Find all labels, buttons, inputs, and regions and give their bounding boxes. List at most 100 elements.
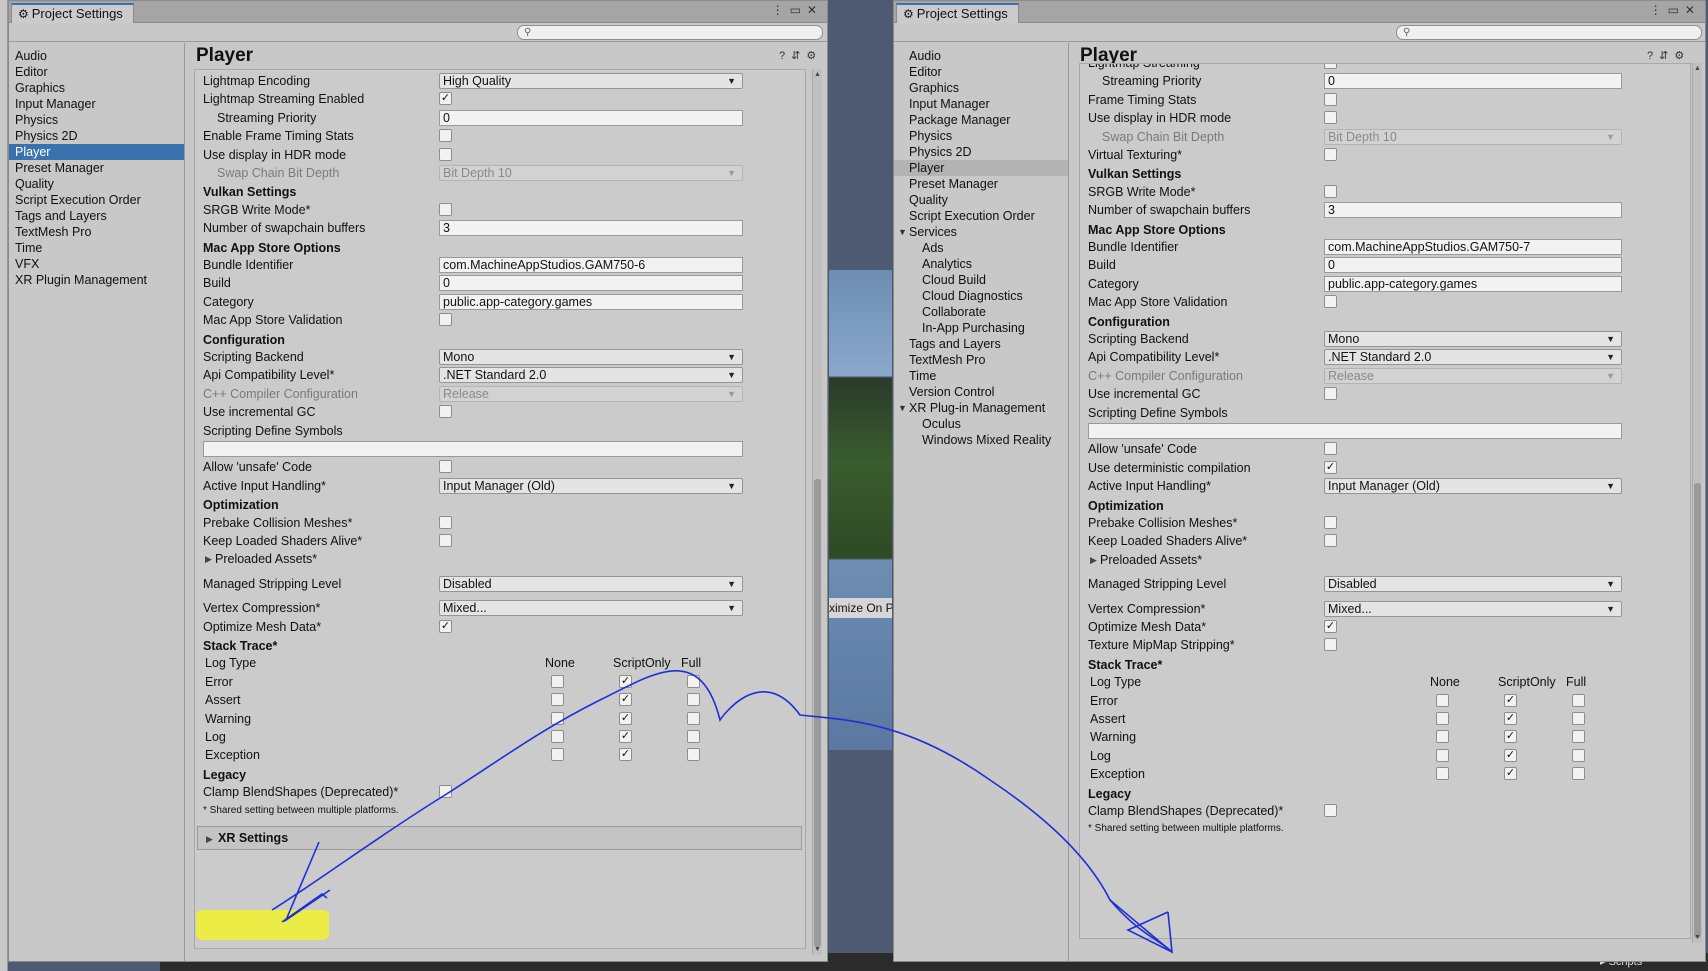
sidebar-item-time[interactable]: Time (9, 240, 184, 256)
window-controls[interactable]: ⋮▭✕ (1650, 3, 1701, 17)
scripting-backend-dropdown[interactable]: Mono ▼ (439, 349, 743, 365)
vertex-compression-dropdown[interactable]: Mixed... ▼ (1324, 600, 1622, 617)
srgb-write-mode-checkbox[interactable] (1324, 184, 1337, 198)
stack-trace-checkbox[interactable] (687, 711, 700, 725)
virtual-texturing-checkbox[interactable] (1324, 148, 1337, 161)
stack-trace-checkbox[interactable] (1572, 712, 1585, 725)
stack-trace-checkbox[interactable]: ✓ (619, 711, 632, 725)
panel-tools[interactable]: ?⇵⚙ (1647, 49, 1690, 62)
stack-trace-checkbox[interactable] (687, 748, 700, 762)
sidebar-item-physics-2d[interactable]: Physics 2D (894, 144, 1068, 160)
sidebar-item-input-manager[interactable]: Input Manager (9, 96, 184, 112)
foldout-preloaded-assets[interactable]: Preloaded Assets* (215, 550, 317, 568)
sidebar-item-cloud-diagnostics[interactable]: Cloud Diagnostics (894, 288, 1068, 304)
sidebar-item-oculus[interactable]: Oculus (894, 416, 1068, 432)
sidebar-item-in-app-purchasing[interactable]: In-App Purchasing (894, 320, 1068, 336)
keep-loaded-shaders-alive-checkbox[interactable] (439, 534, 452, 547)
fold-triangle-icon[interactable]: ▶ (206, 834, 213, 845)
category-field[interactable]: public.app-category.games (1324, 275, 1622, 292)
bundle-identifier-field[interactable]: com.MachineAppStudios.GAM750-6 (439, 257, 743, 273)
managed-stripping-level-dropdown[interactable]: Disabled ▼ (1324, 576, 1622, 593)
sidebar-item-analytics[interactable]: Analytics (894, 256, 1068, 272)
sidebar-item-physics[interactable]: Physics (894, 128, 1068, 144)
sidebar-item-graphics[interactable]: Graphics (894, 80, 1068, 96)
sidebar-item-xr-plug-in-management[interactable]: ▼ XR Plug-in Management (894, 400, 1068, 416)
optimize-mesh-data-checkbox[interactable]: ✓ (1324, 620, 1337, 633)
fold-triangle-icon[interactable]: ▶ (205, 554, 212, 565)
sidebar-item-tags-and-layers[interactable]: Tags and Layers (894, 336, 1068, 352)
sidebar-item-services[interactable]: ▼ Services (894, 224, 1068, 240)
sidebar-item-player[interactable]: Player (894, 160, 1068, 176)
clamp-blendshapes-deprecated-checkbox[interactable] (439, 785, 452, 799)
allow-unsafe-code-checkbox[interactable] (1324, 442, 1337, 456)
api-compatibility-level-dropdown[interactable]: .NET Standard 2.0 ▼ (1324, 349, 1622, 366)
xr-settings-label[interactable]: XR Settings (218, 829, 288, 847)
allow-unsafe-code-checkbox[interactable] (439, 460, 452, 474)
sidebar-item-editor[interactable]: Editor (9, 64, 184, 80)
mac-app-store-validation-checkbox[interactable] (439, 313, 452, 327)
sidebar-item-cloud-build[interactable]: Cloud Build (894, 272, 1068, 288)
sidebar-item-script-execution-order[interactable]: Script Execution Order (894, 208, 1068, 224)
lightmap-streaming-enabled-checkbox[interactable]: ✓ (439, 92, 452, 106)
clamp-blendshapes-deprecated-checkbox[interactable] (1324, 804, 1337, 817)
sidebar-item-textmesh-pro[interactable]: TextMesh Pro (9, 224, 184, 240)
search-input[interactable]: ⚲ (517, 25, 823, 40)
sidebar-item-graphics[interactable]: Graphics (9, 80, 184, 96)
sidebar-item-package-manager[interactable]: Package Manager (894, 112, 1068, 128)
scrollbar-thumb[interactable] (814, 479, 821, 947)
api-compatibility-level-dropdown[interactable]: .NET Standard 2.0 ▼ (439, 367, 743, 384)
prebake-collision-meshes-checkbox[interactable] (439, 515, 452, 529)
xr-settings-foldout[interactable]: ▶ XR Settings (197, 826, 802, 850)
sidebar-item-windows-mixed-reality[interactable]: Windows Mixed Reality (894, 432, 1068, 448)
stack-trace-checkbox[interactable] (551, 711, 564, 725)
prebake-collision-meshes-checkbox[interactable] (1324, 516, 1337, 529)
sidebar-item-collaborate[interactable]: Collaborate (894, 304, 1068, 320)
texture-mipmap-stripping-checkbox[interactable] (1324, 638, 1337, 652)
sidebar-item-script-execution-order[interactable]: Script Execution Order (9, 192, 184, 208)
category-field[interactable]: public.app-category.games (439, 293, 743, 310)
stack-trace-checkbox[interactable]: ✓ (619, 748, 632, 762)
sidebar-item-ads[interactable]: Ads (894, 240, 1068, 256)
stack-trace-checkbox[interactable] (551, 748, 564, 762)
stack-trace-checkbox[interactable] (551, 730, 564, 743)
use-incremental-gc-checkbox[interactable] (1324, 387, 1337, 401)
sidebar-item-tags-and-layers[interactable]: Tags and Layers (9, 208, 184, 224)
sidebar-item-audio[interactable]: Audio (894, 48, 1068, 64)
vertical-scrollbar[interactable]: ▲ ▼ (1692, 63, 1702, 943)
sidebar-item-quality[interactable]: Quality (894, 192, 1068, 208)
stack-trace-checkbox[interactable]: ✓ (619, 693, 632, 707)
sidebar-item-physics-2d[interactable]: Physics 2D (9, 128, 184, 144)
stack-trace-checkbox[interactable]: ✓ (619, 674, 632, 688)
managed-stripping-level-dropdown[interactable]: Disabled ▼ (439, 575, 743, 592)
expand-triangle-icon[interactable]: ▼ (898, 400, 907, 416)
stack-trace-checkbox[interactable] (1572, 693, 1585, 707)
fold-triangle-icon[interactable]: ▶ (1090, 555, 1097, 566)
stack-trace-checkbox[interactable]: ✓ (1504, 712, 1517, 725)
scrollbar-thumb[interactable] (1694, 483, 1701, 938)
stack-trace-checkbox[interactable]: ✓ (619, 730, 632, 743)
streaming-priority-field[interactable]: 0 (1324, 73, 1622, 90)
vertical-scrollbar[interactable]: ▲ ▼ (812, 69, 822, 955)
search-input[interactable]: ⚲ (1396, 25, 1702, 40)
stack-trace-checkbox[interactable] (1572, 730, 1585, 744)
number-of-swapchain-buffers-field[interactable]: 3 (439, 220, 743, 237)
sidebar-item-quality[interactable]: Quality (9, 176, 184, 192)
sidebar-item-preset-manager[interactable]: Preset Manager (894, 176, 1068, 192)
sidebar-item-player[interactable]: Player (9, 144, 184, 160)
stack-trace-checkbox[interactable] (551, 674, 564, 688)
lightmap-encoding-dropdown[interactable]: High Quality ▼ (439, 73, 743, 89)
active-input-handling-dropdown[interactable]: Input Manager (Old) ▼ (439, 477, 743, 494)
stack-trace-checkbox[interactable] (687, 730, 700, 743)
stack-trace-checkbox[interactable]: ✓ (1504, 693, 1517, 707)
sidebar-item-editor[interactable]: Editor (894, 64, 1068, 80)
stack-trace-checkbox[interactable] (1436, 748, 1449, 762)
optimize-mesh-data-checkbox[interactable]: ✓ (439, 619, 452, 633)
sidebar-item-time[interactable]: Time (894, 368, 1068, 384)
stack-trace-checkbox[interactable] (1572, 767, 1585, 781)
sidebar-item-input-manager[interactable]: Input Manager (894, 96, 1068, 112)
expand-triangle-icon[interactable]: ▼ (898, 224, 907, 240)
frame-timing-stats-checkbox[interactable] (1324, 92, 1337, 106)
streaming-priority-field[interactable]: 0 (439, 109, 743, 126)
sidebar-item-physics[interactable]: Physics (9, 112, 184, 128)
sidebar-item-xr-plugin-management[interactable]: XR Plugin Management (9, 272, 184, 288)
